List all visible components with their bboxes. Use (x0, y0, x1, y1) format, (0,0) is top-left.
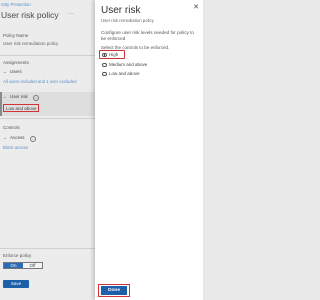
user-risk-highlight[interactable]: Low and above (3, 104, 39, 112)
radio-label: Low and above (109, 71, 140, 76)
enforce-policy-label: Enforce policy (3, 253, 32, 258)
toggle-on-option[interactable]: On (4, 263, 23, 268)
save-button[interactable]: Save (3, 280, 29, 288)
divider (0, 248, 95, 249)
info-icon[interactable]: i (30, 135, 36, 142)
radio-label: High (109, 52, 119, 57)
done-button[interactable]: Done (101, 286, 127, 295)
users-label[interactable]: Users (10, 69, 22, 74)
chevron-down-icon: ⌄ (3, 69, 7, 74)
user-risk-label[interactable]: User risk (10, 94, 28, 99)
info-icon[interactable]: i (33, 94, 39, 101)
radio-button[interactable] (102, 71, 107, 76)
chevron-down-icon: ⌄ (3, 135, 7, 140)
users-value-link[interactable]: All users included and 1 user excluded (3, 79, 77, 84)
toggle-off-option[interactable]: Off (23, 263, 42, 268)
access-label[interactable]: Access (10, 135, 25, 140)
policy-name-value: User risk remediation policy (3, 41, 59, 46)
enforce-policy-toggle[interactable]: On Off (3, 262, 43, 269)
ellipsis-icon[interactable]: ··· (68, 11, 74, 17)
blade-subtitle: User risk remediation policy (101, 18, 154, 23)
user-risk-value: Low and above (6, 106, 37, 111)
controls-label: Controls (3, 125, 20, 130)
breadcrumb[interactable]: ntity Protection (1, 2, 31, 7)
chevron-down-icon: ⌄ (3, 94, 7, 99)
divider (0, 118, 95, 119)
radio-button-checked[interactable] (102, 52, 107, 57)
user-risk-blade: ✕ User risk User risk remediation policy… (95, 0, 203, 300)
blade-description: Configure user risk levels needed for po… (101, 30, 194, 41)
blade-title: User risk (101, 5, 141, 16)
policy-name-label: Policy Name (3, 33, 29, 38)
close-icon[interactable]: ✕ (193, 3, 199, 11)
radio-label: Medium and above (109, 62, 148, 67)
access-value-link[interactable]: Block access (3, 145, 28, 150)
divider (0, 55, 95, 56)
assignments-label: Assignments (3, 60, 29, 65)
policy-blade: ntity Protection User risk policy ··· Po… (0, 0, 95, 300)
selection-indicator (0, 92, 2, 116)
radio-button[interactable] (102, 62, 107, 67)
blade-title: User risk policy (1, 10, 59, 20)
